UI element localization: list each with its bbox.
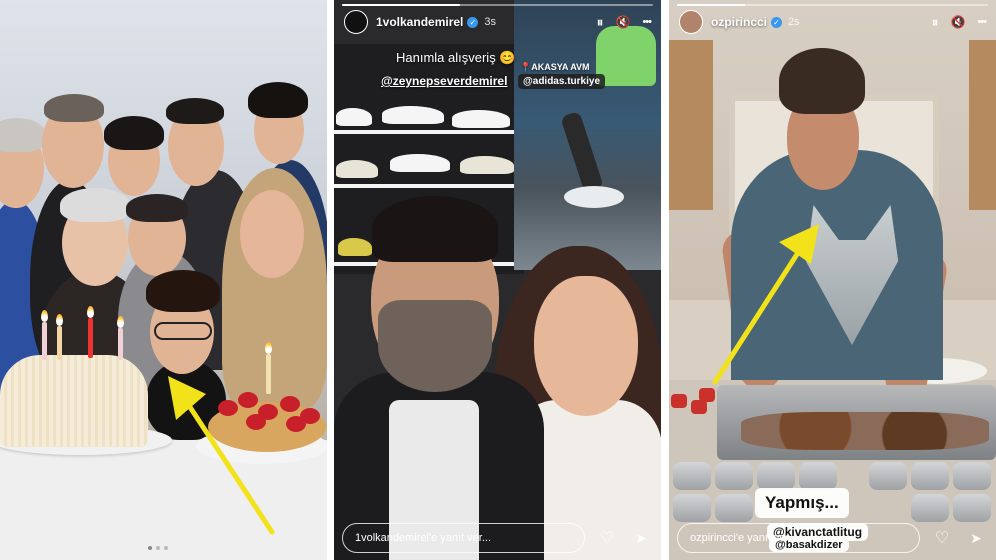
grandmother-hair <box>60 188 130 222</box>
sneaker <box>390 154 450 172</box>
boy-glasses <box>154 322 212 340</box>
story-panel-volkan: Hanımla alışveriş 😊 @zeynepseverdemirel … <box>334 0 661 560</box>
send-icon[interactable]: ➤ <box>629 530 653 547</box>
story-text: Hanımla alışveriş 😊 <box>396 50 516 65</box>
sneaker <box>336 108 372 126</box>
avatar[interactable] <box>679 10 703 34</box>
candle-flame <box>87 306 94 318</box>
sauce-cup <box>671 394 687 408</box>
candle <box>118 328 123 360</box>
story-caption: Yapmış... <box>755 488 849 518</box>
story-header: 1volkandemirel ✓ 3s ⏸ 🔇 ••• <box>334 0 661 44</box>
container-lid <box>869 462 907 490</box>
container-lid <box>799 462 837 490</box>
location-sticker[interactable]: 📍AKASYA AVM <box>520 62 590 73</box>
story-footer: ozpirincci'e yanıt ver... ♡ ➤ <box>669 516 996 560</box>
story-time: 2s <box>788 16 800 28</box>
reply-input[interactable]: 1volkandemirel'e yanıt ver... <box>342 523 585 553</box>
story-footer: 1volkandemirel'e yanıt ver... ♡ ➤ <box>334 516 661 560</box>
reply-input[interactable]: ozpirincci'e yanıt ver... <box>677 523 920 553</box>
man-hair <box>44 94 104 122</box>
mention-sticker[interactable]: @zeynepseverdemirel <box>376 72 512 90</box>
chef-hair <box>779 48 865 114</box>
wooden-cabinet <box>969 40 996 210</box>
shelf <box>334 130 524 134</box>
story-progress-bar <box>342 4 653 6</box>
woman-face <box>534 276 638 416</box>
yellow-arrow-annotation <box>168 376 275 535</box>
story-progress-bar <box>677 4 988 6</box>
mute-icon[interactable]: 🔇 <box>950 15 965 29</box>
man-hair <box>372 196 498 262</box>
teen-hair <box>248 82 308 118</box>
candle-flame <box>265 342 272 354</box>
woman2-hair <box>126 194 188 222</box>
birthday-cake <box>0 355 148 447</box>
container-lid <box>715 462 753 490</box>
man2-hair <box>166 98 224 124</box>
shelf <box>334 184 524 188</box>
sneaker <box>336 160 378 178</box>
username[interactable]: 1volkandemirel <box>376 15 463 29</box>
avatar[interactable] <box>344 10 368 34</box>
verified-badge-icon: ✓ <box>771 16 783 28</box>
container-lid <box>673 462 711 490</box>
story-time: 3s <box>484 16 496 28</box>
mute-icon[interactable]: 🔇 <box>615 15 630 29</box>
story-controls: ⏸ 🔇 ••• <box>596 14 651 31</box>
man-beard <box>378 300 492 392</box>
guest-hair <box>0 118 46 152</box>
candle-flame <box>41 310 48 322</box>
verified-badge-icon: ✓ <box>467 16 479 28</box>
container-lid <box>757 462 795 490</box>
heart-icon[interactable]: ♡ <box>930 528 954 548</box>
sneaker <box>452 110 510 128</box>
yellow-arrow-annotation <box>712 224 819 385</box>
sneaker <box>460 156 514 174</box>
story-header: ozpirincci ✓ 2s ⏸ 🔇 ••• <box>669 0 996 44</box>
send-icon[interactable]: ➤ <box>964 530 988 547</box>
candle <box>42 322 47 360</box>
candle-flame <box>56 314 63 326</box>
birthday-photo-panel <box>0 0 327 560</box>
more-options-icon[interactable]: ••• <box>977 16 987 28</box>
candle <box>57 326 62 360</box>
story-collage: Hanımla alışveriş 😊 @zeynepseverdemirel … <box>0 0 996 560</box>
pause-icon[interactable]: ⏸ <box>596 14 603 31</box>
blonde-woman-face <box>240 190 304 278</box>
poster-runner-shoe <box>564 186 624 208</box>
sauce-cup <box>691 400 707 414</box>
sneaker <box>338 238 372 256</box>
username[interactable]: ozpirincci <box>711 15 767 29</box>
container-lid <box>953 462 991 490</box>
story-controls: ⏸ 🔇 ••• <box>931 14 986 31</box>
sauce-cup <box>699 388 715 402</box>
heart-icon[interactable]: ♡ <box>595 528 619 548</box>
candle-flame <box>117 316 124 328</box>
wooden-cabinet <box>669 40 713 210</box>
more-options-icon[interactable]: ••• <box>642 16 652 28</box>
pause-icon[interactable]: ⏸ <box>931 14 938 31</box>
candle <box>88 318 93 358</box>
cooked-meat <box>741 412 989 450</box>
woman-hair <box>104 116 164 150</box>
container-lid <box>911 462 949 490</box>
page-dots <box>148 546 168 550</box>
sneaker <box>382 106 444 124</box>
mention-sticker[interactable]: @adidas.turkiye <box>518 74 606 89</box>
story-panel-ozpirincci: Yapmış... @kivanctatlitug @basakdizer oz… <box>669 0 996 560</box>
boy-hair <box>146 270 220 312</box>
